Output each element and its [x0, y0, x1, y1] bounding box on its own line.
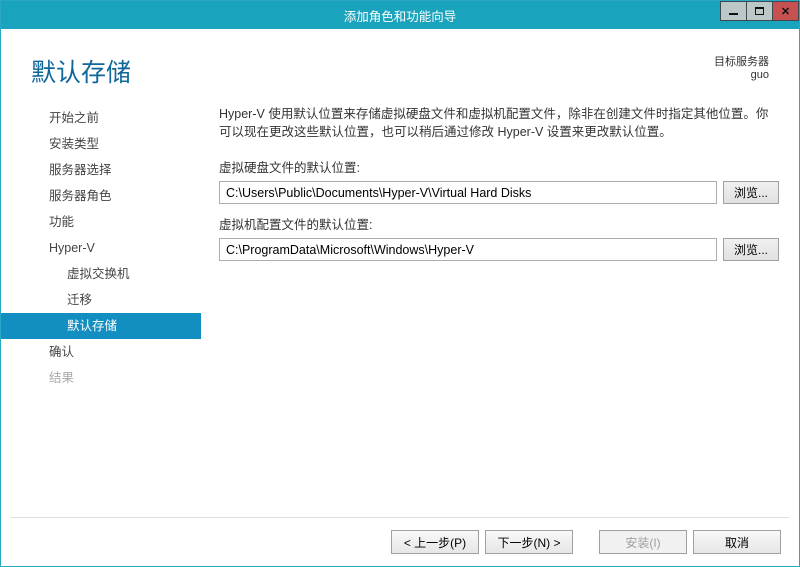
sidebar-item-confirmation[interactable]: 确认: [1, 339, 201, 365]
wizard-window: 添加角色和功能向导 ✕ 默认存储 目标服务器 guo 开始之前 安装类型 服务器…: [0, 0, 800, 567]
sidebar-item-hyper-v[interactable]: Hyper-V: [1, 235, 201, 261]
title-bar[interactable]: 添加角色和功能向导 ✕: [1, 1, 799, 29]
target-server-label: 目标服务器: [714, 53, 769, 69]
config-location-row: 浏览...: [219, 238, 779, 261]
vhd-location-input[interactable]: [219, 181, 717, 204]
next-button[interactable]: 下一步(N) >: [485, 530, 573, 554]
vhd-location-label: 虚拟硬盘文件的默认位置:: [219, 157, 779, 176]
sidebar-item-default-stores[interactable]: 默认存储: [1, 313, 201, 339]
target-server-box: 目标服务器 guo: [714, 53, 769, 81]
page-header: 默认存储 目标服务器 guo: [1, 29, 799, 95]
close-icon: ✕: [781, 5, 790, 18]
close-button[interactable]: ✕: [772, 1, 799, 21]
maximize-icon: [755, 7, 764, 15]
sidebar-item-server-selection[interactable]: 服务器选择: [1, 157, 201, 183]
previous-button[interactable]: < 上一步(P): [391, 530, 479, 554]
sidebar-item-before-you-begin[interactable]: 开始之前: [1, 105, 201, 131]
description-text: Hyper-V 使用默认位置来存储虚拟硬盘文件和虚拟机配置文件，除非在创建文件时…: [219, 105, 779, 141]
page-title: 默认存储: [31, 53, 714, 89]
main-panel: Hyper-V 使用默认位置来存储虚拟硬盘文件和虚拟机配置文件，除非在创建文件时…: [201, 95, 789, 517]
sidebar-item-migration[interactable]: 迁移: [1, 287, 201, 313]
sidebar-item-results: 结果: [1, 365, 201, 391]
sidebar: 开始之前 安装类型 服务器选择 服务器角色 功能 Hyper-V 虚拟交换机 迁…: [1, 95, 201, 517]
target-server-value: guo: [714, 69, 769, 81]
config-location-input[interactable]: [219, 238, 717, 261]
config-browse-button[interactable]: 浏览...: [723, 238, 779, 261]
sidebar-item-server-roles[interactable]: 服务器角色: [1, 183, 201, 209]
maximize-button[interactable]: [746, 1, 773, 21]
footer-separator: < 上一步(P) 下一步(N) > 安装(I) 取消: [11, 517, 789, 566]
minimize-button[interactable]: [720, 1, 747, 21]
window-controls: ✕: [721, 1, 799, 21]
content-area: 默认存储 目标服务器 guo 开始之前 安装类型 服务器选择 服务器角色 功能 …: [1, 29, 799, 566]
sidebar-item-virtual-switches[interactable]: 虚拟交换机: [1, 261, 201, 287]
config-location-label: 虚拟机配置文件的默认位置:: [219, 214, 779, 233]
footer: < 上一步(P) 下一步(N) > 安装(I) 取消: [11, 518, 789, 566]
window-title: 添加角色和功能向导: [344, 6, 457, 25]
body: 开始之前 安装类型 服务器选择 服务器角色 功能 Hyper-V 虚拟交换机 迁…: [1, 95, 799, 517]
cancel-button[interactable]: 取消: [693, 530, 781, 554]
vhd-browse-button[interactable]: 浏览...: [723, 181, 779, 204]
sidebar-item-installation-type[interactable]: 安装类型: [1, 131, 201, 157]
minimize-icon: [729, 13, 738, 15]
vhd-location-row: 浏览...: [219, 181, 779, 204]
install-button: 安装(I): [599, 530, 687, 554]
sidebar-item-features[interactable]: 功能: [1, 209, 201, 235]
